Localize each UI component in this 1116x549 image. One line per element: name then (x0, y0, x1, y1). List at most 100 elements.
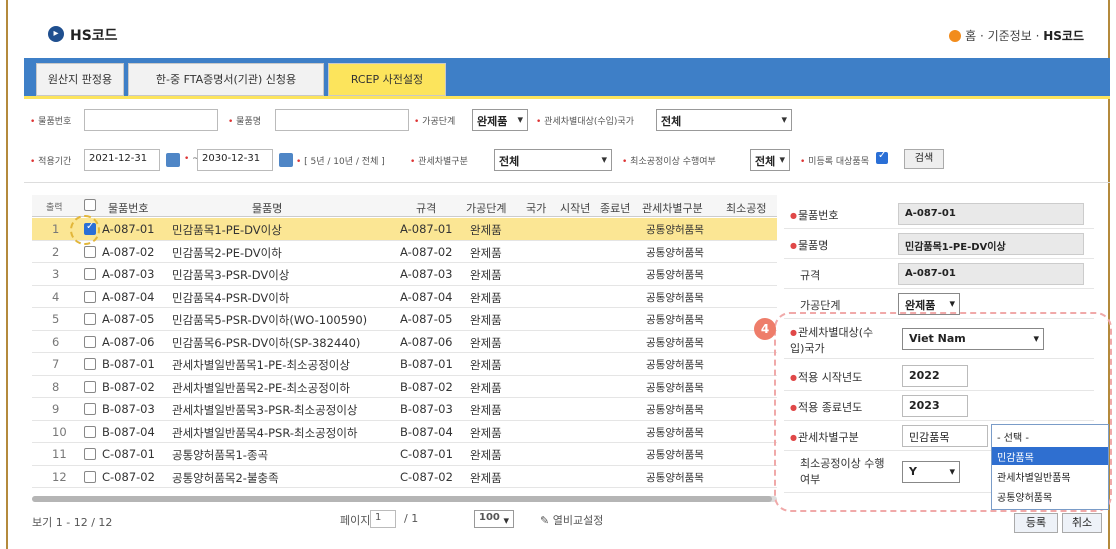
row-checkbox[interactable] (84, 380, 96, 393)
table-row[interactable]: 11 C-087-01 공통양허품목1-종곡 C-087-01 완제품 공통양허품목 (32, 443, 777, 466)
search-button[interactable]: 검색 (904, 149, 944, 169)
process-select[interactable]: 완제품 (472, 109, 528, 131)
table-row[interactable]: 2 A-087-02 민감품목2-PE-DV이하 A-087-02 완제품 공통양허품목 (32, 241, 777, 263)
column-setting-link[interactable]: ✎ 열비교설정 (540, 512, 603, 528)
cell-item-no: A-087-05 (102, 312, 155, 326)
period-options[interactable]: [ 5년 / 10년 / 전체 ] (296, 154, 385, 167)
grid-header: 출력 물품번호 물품명 규격 가공단계 국가 시작년 종료년 관세차별구분 최소… (32, 195, 777, 217)
filter-period-label: 적용기간 (30, 154, 71, 167)
row-checkbox[interactable] (84, 268, 96, 280)
table-row[interactable]: 5 A-087-05 민감품목5-PSR-DV이하(WO-100590) A-087-… (32, 308, 777, 331)
divider (24, 182, 1110, 183)
row-number: 4 (52, 289, 60, 304)
table-row[interactable]: 8 B-087-02 관세차별일반품목2-PE-최소공정이하 B-087-02 완제품 공… (32, 376, 777, 398)
table-row[interactable]: 3 A-087-03 민감품목3-PSR-DV이상 A-087-03 완제품 공통양허품목 (32, 263, 777, 286)
dropdown-option-selected[interactable]: 민감품목 (992, 447, 1108, 465)
dropdown-option[interactable]: 공통양허품목 (992, 487, 1108, 505)
filter-item-no-label: 물품번호 (30, 114, 71, 127)
breadcrumb-home[interactable]: 홈 (965, 29, 976, 43)
cell-item-name: 민감품목5-PSR-DV이하(WO-100590) (172, 313, 368, 327)
row-checkbox[interactable] (84, 313, 96, 325)
cell-spec: C-087-02 (400, 469, 453, 484)
save-button[interactable]: 등록 (1014, 513, 1058, 533)
cell-item-name: 민감품목6-PSR-DV이하(SP-382440) (172, 335, 361, 350)
cell-item-no: B-087-04 (102, 424, 155, 439)
page-title: HS코드 (70, 28, 118, 44)
title-bar: ▸ HS코드 홈 · 기준정보 · HS코드 (8, 22, 1108, 48)
table-row[interactable]: 9 B-087-03 관세차별일반품목3-PSR-최소공정이상 B-087-03 완제품… (32, 398, 777, 421)
col-spec[interactable]: 규격 (416, 200, 436, 216)
breadcrumb: 홈 · 기준정보 · HS코드 (949, 27, 1084, 44)
cell-item-no: B-087-03 (102, 402, 155, 416)
row-checkbox[interactable] (84, 425, 96, 438)
scrollbar-thumb[interactable] (32, 496, 772, 502)
row-checkbox[interactable] (84, 245, 96, 258)
page-input[interactable]: 1 (370, 510, 396, 528)
col-start[interactable]: 시작년 (560, 200, 594, 216)
detail-stage-label: 가공단계 (800, 299, 841, 312)
filter-item-name-label: 물품명 (228, 114, 261, 127)
col-item-name[interactable]: 물품명 (252, 200, 282, 216)
per-page-select[interactable]: 100 (474, 510, 514, 528)
cell-item-no: C-087-02 (102, 469, 155, 484)
breadcrumb-base[interactable]: 기준정보 (988, 29, 1032, 43)
table-row[interactable]: 12 C-087-02 공통양허품목2-불충족 C-087-02 완제품 공통양허품목 (32, 466, 777, 488)
date-to-input[interactable]: 2030-12-31 (197, 149, 273, 171)
column-setting-label: 열비교설정 (552, 514, 604, 527)
dropdown-option[interactable]: 관세차별일반품목 (992, 467, 1108, 485)
select-all-checkbox[interactable] (84, 199, 96, 211)
search-filters: 물품번호 물품명 가공단계 완제품 관세차별대상(수입)국가 전체 적용기간 2… (24, 102, 1110, 180)
col-min-process[interactable]: 최소공정 (726, 200, 774, 216)
highlight-circle (70, 215, 100, 245)
tariff-target-select[interactable]: 전체 (656, 109, 792, 131)
col-tariff-type[interactable]: 관세차별구분 (642, 200, 703, 216)
row-checkbox[interactable] (84, 448, 96, 460)
cell-item-name: 민감품목4-PSR-DV이하 (172, 290, 290, 305)
detail-item-no-label: 물품번호 (790, 207, 838, 223)
item-no-input[interactable] (84, 109, 218, 131)
row-checkbox[interactable] (84, 403, 96, 415)
filter-min-process-label: 최소공정이상 수행여부 (622, 154, 716, 167)
row-checkbox[interactable] (84, 335, 96, 348)
cell-stage: 완제품 (470, 403, 502, 417)
row-checkbox[interactable] (84, 290, 96, 303)
horizontal-scrollbar[interactable] (32, 496, 777, 502)
tariff-type-select[interactable]: 전체 (494, 149, 612, 171)
table-row[interactable]: 6 A-087-06 민감품목6-PSR-DV이하(SP-382440) A-087-… (32, 331, 777, 353)
detail-spec-value: A-087-01 (898, 263, 1084, 285)
table-row[interactable]: 10 B-087-04 관세차별일반품목4-PSR-최소공정이하 B-087-04 완제… (32, 421, 777, 443)
col-item-no[interactable]: 물품번호 (108, 200, 148, 216)
table-row[interactable]: 1 A-087-01 민감품목1-PE-DV이상 A-087-01 완제품 공통양허품목 (32, 218, 777, 241)
cell-item-no: C-087-01 (102, 447, 155, 461)
item-name-input[interactable] (275, 109, 409, 131)
cell-tariff-type: 공통양허품목 (646, 426, 704, 439)
tab-underline (24, 96, 1110, 99)
calendar-icon[interactable] (279, 153, 293, 167)
row-checkbox[interactable] (84, 470, 96, 483)
cell-item-name: 관세차별일반품목3-PSR-최소공정이상 (172, 403, 358, 417)
tab-rcep[interactable]: RCEP 사전설정 (328, 63, 446, 96)
cell-item-no: A-087-01 (102, 222, 155, 236)
cell-spec: B-087-01 (400, 357, 453, 371)
date-from-input[interactable]: 2021-12-31 (84, 149, 160, 171)
min-process-select[interactable]: 전체 (750, 149, 790, 171)
step-badge: 4 (754, 318, 776, 340)
tab-origin[interactable]: 원산지 판정용 (36, 63, 124, 96)
cell-stage: 완제품 (470, 448, 502, 462)
detail-row-item-no: 물품번호 A-087-01 (784, 199, 1094, 229)
table-row[interactable]: 4 A-087-04 민감품목4-PSR-DV이하 A-087-04 완제품 공통양허품목 (32, 286, 777, 308)
dropdown-option[interactable]: - 선택 - (992, 427, 1108, 445)
tab-korea-china-fta[interactable]: 한-중 FTA증명서(기관) 신청용 (128, 63, 324, 96)
col-stage[interactable]: 가공단계 (466, 200, 506, 216)
row-number: 7 (52, 357, 60, 371)
row-checkbox[interactable] (84, 358, 96, 370)
cell-item-no: B-087-01 (102, 357, 155, 371)
col-end[interactable]: 종료년 (600, 200, 634, 216)
cell-stage: 완제품 (470, 268, 502, 282)
cancel-button[interactable]: 취소 (1062, 513, 1102, 533)
calendar-icon[interactable] (166, 153, 180, 167)
col-country[interactable]: 국가 (526, 200, 554, 216)
table-row[interactable]: 7 B-087-01 관세차별일반품목1-PE-최소공정이상 B-087-01 완제품 공… (32, 353, 777, 376)
cell-spec: B-087-04 (400, 424, 453, 439)
unset-checkbox[interactable] (876, 150, 888, 164)
